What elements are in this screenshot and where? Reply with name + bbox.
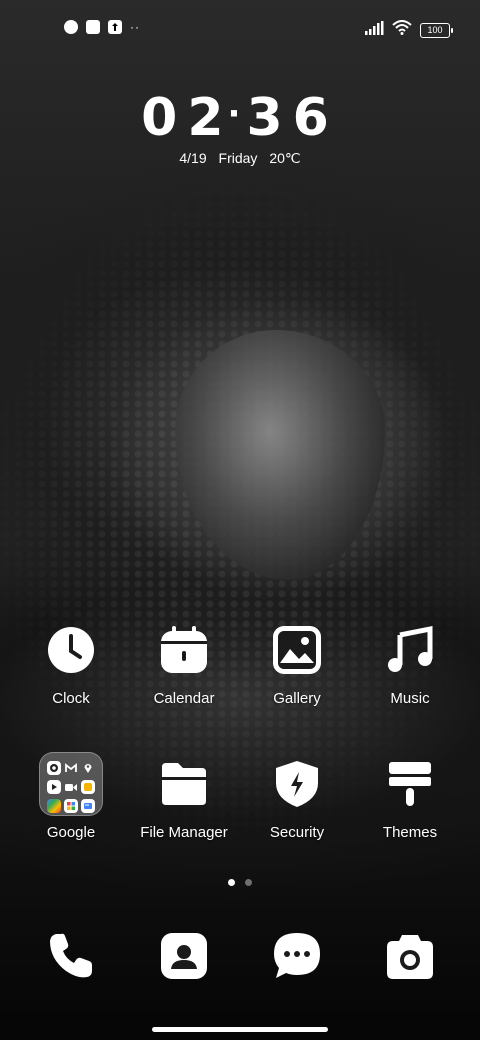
- clock-hours: 02: [141, 88, 234, 148]
- shield-icon: [265, 752, 329, 816]
- weekday-text: Friday: [218, 150, 258, 166]
- app-label: Music: [390, 690, 430, 707]
- page-dot-1[interactable]: [228, 879, 235, 886]
- app-label: Clock: [52, 690, 90, 707]
- photos-icon: [47, 799, 61, 813]
- app-label: File Manager: [140, 824, 228, 841]
- dock-contacts[interactable]: [129, 924, 239, 988]
- drive-icon: [81, 780, 95, 794]
- app-label: Gallery: [273, 690, 321, 707]
- app-calendar[interactable]: Calendar: [129, 618, 239, 707]
- signal-icon: [364, 20, 384, 40]
- dock-camera[interactable]: [355, 924, 465, 988]
- dock-messages[interactable]: [242, 924, 352, 988]
- app-label: Security: [269, 824, 325, 841]
- maps-icon: [81, 761, 95, 775]
- camera-icon: [378, 924, 442, 988]
- calendar-icon: [152, 618, 216, 682]
- youtube-icon: [47, 780, 61, 794]
- meet-icon: [64, 780, 78, 794]
- clock-widget[interactable]: 02·36: [0, 88, 480, 148]
- app-file-manager[interactable]: File Manager: [129, 752, 239, 841]
- date-weather[interactable]: 4/19 Friday 20℃: [0, 150, 480, 167]
- news-icon: [81, 799, 95, 813]
- clock-icon: [39, 618, 103, 682]
- chrome-icon: [47, 761, 61, 775]
- google-one-icon: [64, 799, 78, 813]
- temperature-text: 20℃: [269, 150, 301, 166]
- battery-indicator: 100: [420, 22, 453, 38]
- folder-icon: [152, 752, 216, 816]
- upload-icon: [108, 20, 122, 34]
- notification-icon: [64, 20, 78, 34]
- date-text: 4/19: [179, 150, 207, 166]
- app-label: Themes: [382, 824, 438, 841]
- app-clock[interactable]: Clock: [16, 618, 126, 707]
- wifi-icon: [392, 20, 412, 40]
- app-label: Google: [46, 824, 96, 841]
- app-themes[interactable]: Themes: [355, 752, 465, 841]
- music-icon: [378, 618, 442, 682]
- more-notifications: ··: [130, 20, 140, 34]
- messages-icon: [265, 924, 329, 988]
- brush-icon: [378, 752, 442, 816]
- page-dot-2[interactable]: [245, 879, 252, 886]
- phone-icon: [39, 924, 103, 988]
- gallery-icon: [265, 618, 329, 682]
- status-bar: ·· 100: [0, 16, 480, 40]
- clock-minutes: 36: [246, 88, 339, 148]
- square-icon: [86, 20, 100, 34]
- app-security[interactable]: Security: [242, 752, 352, 841]
- google-folder-icon: [39, 752, 103, 816]
- dock-phone[interactable]: [16, 924, 126, 988]
- app-gallery[interactable]: Gallery: [242, 618, 352, 707]
- wallpaper-snake-head: [175, 330, 385, 580]
- gmail-icon: [64, 761, 78, 775]
- app-music[interactable]: Music: [355, 618, 465, 707]
- app-google-folder[interactable]: Google: [16, 752, 126, 841]
- home-indicator[interactable]: [152, 1027, 328, 1032]
- page-indicator[interactable]: [0, 879, 480, 886]
- app-label: Calendar: [153, 690, 215, 707]
- contacts-icon: [152, 924, 216, 988]
